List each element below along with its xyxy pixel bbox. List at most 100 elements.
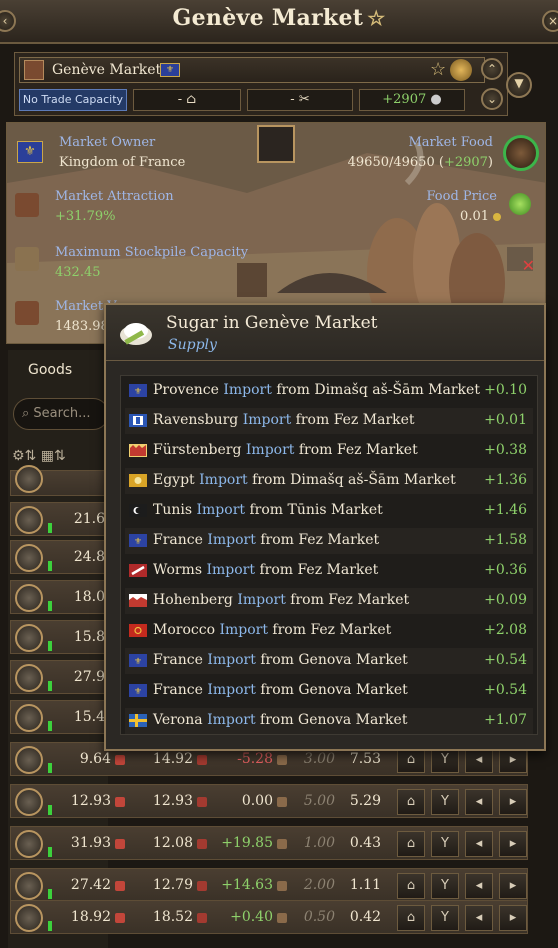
price-base: 0.50	[303, 909, 335, 925]
no-trade-capacity-badge[interactable]: No Trade Capacity	[19, 89, 127, 111]
supply-tooltip: Sugar in Genève Market Supply ⚜ Provence…	[104, 303, 546, 751]
food-price-value: 0.01	[460, 209, 489, 224]
table-row[interactable]: 18.92 18.52 +0.40 0.50 0.42 ⌂ Y ◂ ▸	[10, 900, 528, 934]
import-text-part: Hohenberg	[153, 592, 233, 608]
window-title: Genève Market ☆	[172, 5, 386, 31]
export-button[interactable]: ▸	[499, 905, 527, 931]
attraction-label: Market Attraction	[55, 189, 174, 204]
goods-icon	[15, 544, 43, 572]
list-item: ⚜ France Import from Genova Market +0.54	[125, 648, 533, 674]
gear-icon[interactable]	[450, 59, 472, 81]
import-button[interactable]: ◂	[465, 831, 493, 857]
supply-value: 18.0	[73, 589, 105, 605]
list-item: Worms Import from Fez Market +0.36	[125, 558, 533, 584]
import-text-part: from Genova Market	[260, 682, 408, 698]
import-button[interactable]: ◂	[465, 873, 493, 899]
table-row[interactable]: 27.42 12.79 +14.63 2.00 1.11 ⌂ Y ◂ ▸	[10, 868, 528, 902]
goods-icon	[15, 904, 43, 932]
trade-button[interactable]: Y	[431, 905, 459, 931]
hohenberg-flag-icon	[129, 594, 147, 607]
trade-button[interactable]: Y	[431, 873, 459, 899]
import-text-part: from Fez Market	[290, 592, 410, 608]
food-storage-icon[interactable]	[503, 135, 539, 171]
price-base: 2.00	[303, 877, 335, 893]
import-button[interactable]: ◂	[465, 905, 493, 931]
import-label: Import	[207, 652, 256, 668]
supply-value: 31.93	[70, 835, 111, 851]
price-value: 1.11	[349, 877, 381, 893]
import-list: ⚜ Provence Import from Dimašq aš-Šām Mar…	[120, 375, 538, 735]
arrow-up-button[interactable]: ⌃	[481, 58, 503, 80]
table-row[interactable]: 31.93 12.08 +19.85 1.00 0.43 ⌂ Y ◂ ▸	[10, 826, 528, 860]
import-amount: +0.09	[484, 592, 527, 608]
list-item: Hohenberg Import from Fez Market +0.09	[125, 588, 533, 614]
table-row[interactable]: 12.93 12.93 0.00 5.00 5.29 ⌂ Y ◂ ▸	[10, 784, 528, 818]
star-outline-icon[interactable]: ☆	[367, 6, 385, 30]
balance-icon	[277, 755, 287, 765]
build-button[interactable]: ⌂	[397, 905, 425, 931]
close-button[interactable]: ×	[542, 10, 558, 32]
build-button[interactable]: ⌂	[397, 831, 425, 857]
food-change[interactable]: +2907 ●	[359, 89, 465, 111]
demand-value: 12.08	[152, 835, 193, 851]
search-icon: ⌕	[22, 406, 30, 421]
import-text-part: from Fez Market	[272, 622, 392, 638]
supply-value: 12.93	[70, 793, 111, 809]
tools-slot[interactable]: - ✂	[247, 89, 353, 111]
supply-value: 24.8	[73, 549, 105, 565]
import-label: Import	[242, 412, 292, 428]
filter-icon[interactable]: ▼	[506, 72, 532, 98]
import-text-part: Fürstenberg	[153, 442, 242, 458]
svg-text:⚜: ⚜	[134, 537, 142, 547]
export-button[interactable]: ▸	[499, 789, 527, 815]
tunis-flag-icon	[129, 504, 147, 517]
title-bar: ‹ Genève Market ☆ ×	[0, 0, 558, 44]
supply-bar	[48, 921, 52, 931]
market-selector[interactable]: Genève Market ⚜ ☆	[19, 57, 485, 83]
price-base: 3.00	[303, 751, 335, 767]
tooltip-subtitle: Supply	[168, 337, 217, 353]
coin-icon	[493, 213, 501, 221]
food-icon: ●	[430, 92, 442, 107]
balance-value: 0.00	[241, 793, 273, 809]
export-button[interactable]: ▸	[499, 831, 527, 857]
market-name: Genève Market	[52, 62, 162, 78]
tools-icon: ✂	[298, 92, 310, 107]
supply-value: 15.8	[73, 629, 105, 645]
import-amount: +0.54	[484, 682, 527, 698]
star-outline-icon[interactable]: ☆	[430, 59, 446, 80]
import-text-part: France	[153, 652, 203, 668]
trade-button[interactable]: Y	[431, 789, 459, 815]
trade-cancel-icon[interactable]: ✕	[507, 247, 535, 275]
sort-type-icon[interactable]: ⚙⇅	[12, 448, 36, 464]
trade-button[interactable]: Y	[431, 831, 459, 857]
import-text-part: Worms	[153, 562, 203, 578]
import-label: Import	[207, 682, 256, 698]
market-icon[interactable]	[257, 125, 295, 163]
search-input[interactable]: ⌕ Search...	[13, 398, 109, 430]
sort-category-icon[interactable]: ▦⇅	[41, 448, 66, 464]
build-button[interactable]: ⌂	[397, 873, 425, 899]
import-label: Import	[207, 532, 256, 548]
build-button[interactable]: ⌂	[397, 789, 425, 815]
import-button[interactable]: ◂	[465, 789, 493, 815]
tab-goods[interactable]: Goods	[28, 362, 72, 378]
arrow-down-button[interactable]: ⌄	[481, 88, 503, 110]
import-amount: +1.46	[484, 502, 527, 518]
supply-icon	[115, 839, 125, 849]
building-slot[interactable]: - ⌂	[133, 89, 241, 111]
price-value: 7.53	[349, 751, 381, 767]
import-amount: +0.38	[484, 442, 527, 458]
goods-icon	[15, 872, 43, 900]
import-label: Import	[196, 502, 246, 518]
import-label: Import	[199, 472, 248, 488]
apple-icon	[509, 193, 531, 215]
market-header: Genève Market ⚜ ☆ No Trade Capacity - ⌂ …	[14, 52, 508, 116]
svg-text:⚜: ⚜	[134, 387, 142, 397]
export-button[interactable]: ▸	[499, 873, 527, 899]
import-text-part: from Fez Market	[295, 412, 415, 428]
list-item: ⚜ Provence Import from Dimašq aš-Šām Mar…	[125, 378, 533, 404]
morocco-flag-icon	[129, 624, 147, 637]
balance-icon	[277, 839, 287, 849]
france-flag-icon: ⚜	[129, 654, 147, 667]
